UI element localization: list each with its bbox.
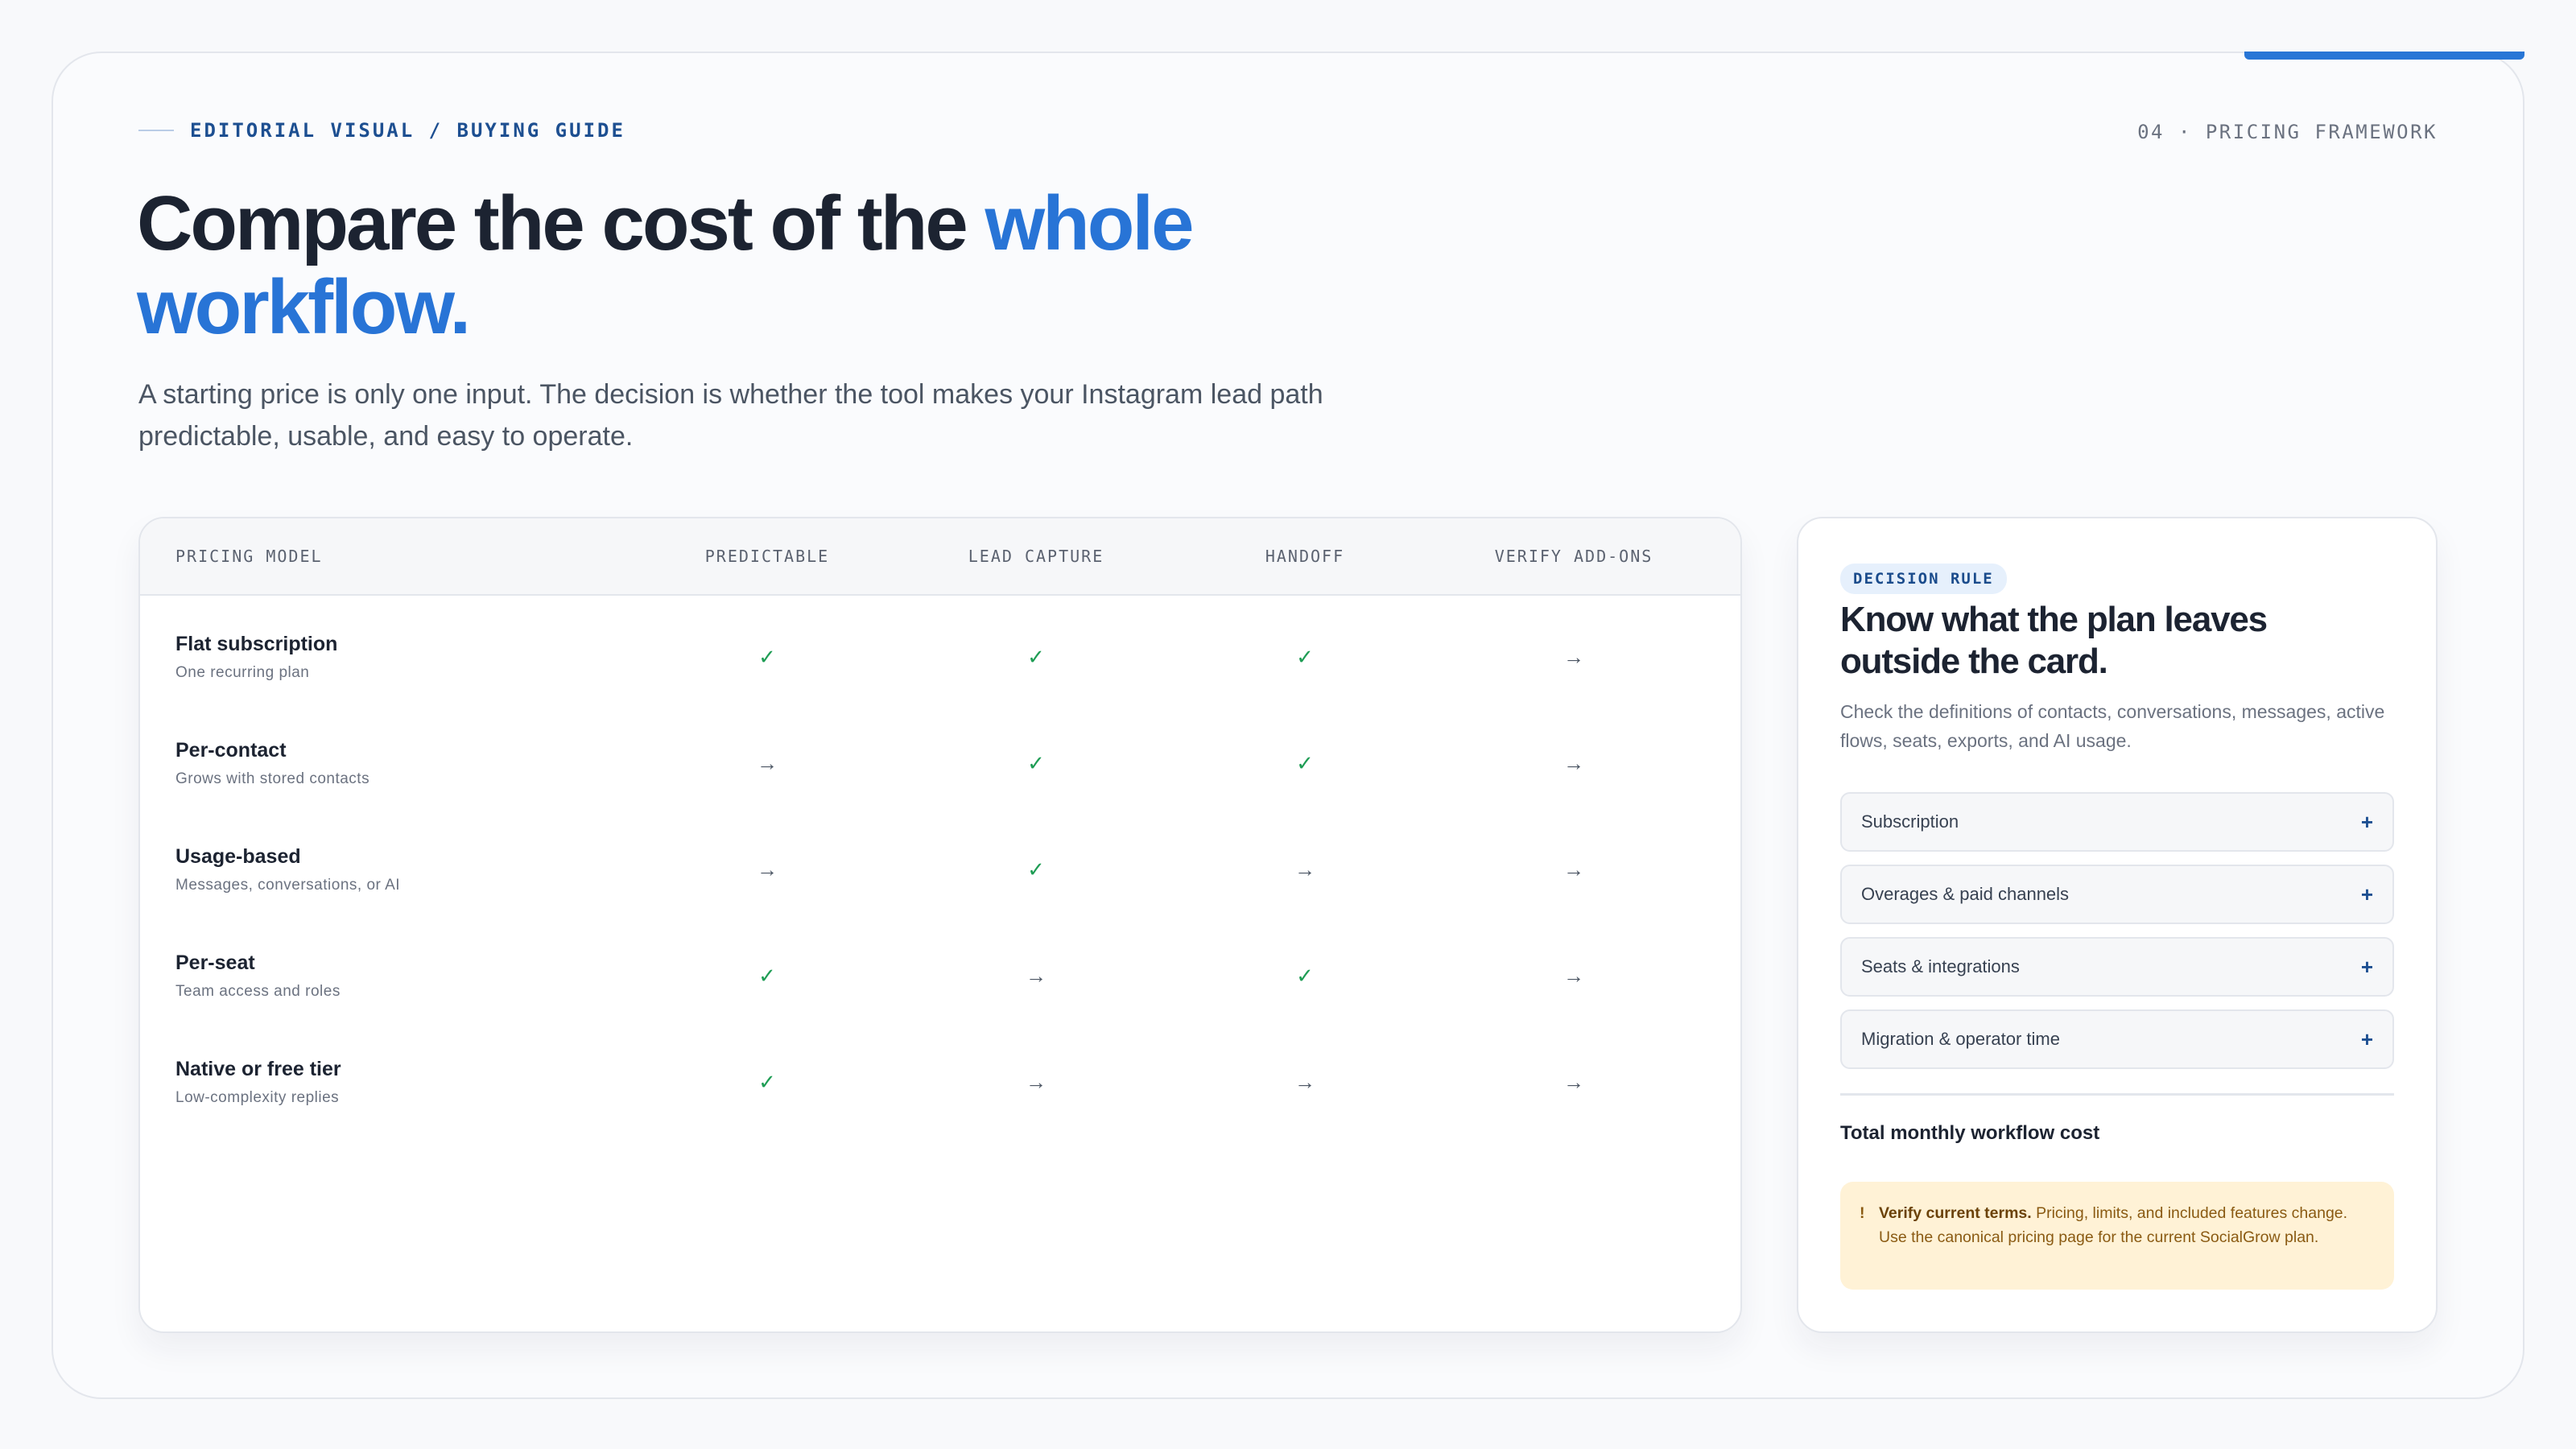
plus-icon[interactable]: + — [2361, 810, 2373, 835]
table-row: Usage-based Messages, conversations, or A… — [140, 816, 1740, 923]
cell-predictable: → — [633, 857, 902, 882]
model-name: Flat subscription — [175, 632, 338, 655]
side-description: Check the definitions of contacts, conve… — [1840, 701, 2385, 751]
accordion-seats[interactable]: Seats & integrations + — [1840, 937, 2394, 997]
model-cell: Native or free tier Low-complexity replie… — [140, 1058, 633, 1107]
table-row: Flat subscription One recurring plan ✓ ✓ ✓ → — [140, 604, 1740, 710]
arrow-icon: → — [757, 857, 778, 881]
eyebrow-label: EDITORIAL VISUAL / BUYING GUIDE — [190, 119, 625, 142]
arrow-icon: → — [757, 750, 778, 775]
col-header-handoff: HANDOFF — [1265, 547, 1345, 566]
check-icon: ✓ — [1027, 750, 1045, 775]
table-header: PRICING MODEL PREDICTABLE LEAD CAPTURE H… — [140, 518, 1740, 596]
model-name: Native or free tier — [175, 1057, 341, 1080]
cell-lead-capture: → — [902, 1070, 1170, 1095]
arrow-icon: → — [1563, 644, 1584, 669]
arrow-icon: → — [1294, 857, 1315, 881]
decision-badge: DECISION RULE — [1840, 564, 2007, 594]
cell-lead-capture: ✓ — [902, 751, 1170, 776]
check-icon: ✓ — [1296, 750, 1314, 775]
model-subtitle: Grows with stored contacts — [175, 770, 370, 787]
cell-handoff: ✓ — [1170, 645, 1439, 670]
accordion-subscription[interactable]: Subscription + — [1840, 792, 2394, 852]
plus-icon[interactable]: + — [2361, 882, 2373, 907]
side-divider — [1840, 1093, 2394, 1096]
table-row: Per-seat Team access and roles ✓ → ✓ → — [140, 923, 1740, 1029]
total-cost-label: Total monthly workflow cost — [1840, 1122, 2100, 1144]
col-header-verify-addons: VERIFY ADD-ONS — [1494, 547, 1653, 566]
col-header-model: PRICING MODEL — [175, 547, 323, 566]
decision-rule-card: DECISION RULE Know what the plan leaves … — [1797, 517, 2438, 1333]
cell-handoff: ✓ — [1170, 964, 1439, 989]
check-icon: ✓ — [758, 1069, 776, 1094]
cell-predictable: ✓ — [633, 1070, 902, 1095]
col-header-lead-capture: LEAD CAPTURE — [968, 547, 1104, 566]
cell-lead-capture: → — [902, 964, 1170, 989]
note-strong: Verify current terms. — [1879, 1204, 2032, 1222]
check-icon: ✓ — [1027, 644, 1045, 669]
cell-lead-capture: ✓ — [902, 857, 1170, 882]
page-title: Compare the cost of the whole workflow. — [137, 182, 1425, 349]
arrow-icon: → — [1563, 1069, 1584, 1094]
model-cell: Flat subscription One recurring plan — [140, 633, 633, 682]
model-name: Per-contact — [175, 738, 287, 762]
headline-text: Compare the cost of the — [137, 180, 985, 266]
arrow-icon: → — [1026, 963, 1046, 988]
model-name: Usage-based — [175, 844, 301, 868]
eyebrow-rule — [138, 130, 174, 131]
check-icon: ✓ — [1296, 644, 1314, 669]
accordion-label: Subscription — [1861, 811, 1959, 832]
accordion-label: Migration & operator time — [1861, 1029, 2060, 1049]
section-label: 04 · PRICING FRAMEWORK — [2137, 121, 2438, 143]
accordion-label: Seats & integrations — [1861, 956, 2020, 976]
arrow-icon: → — [1026, 1069, 1046, 1094]
model-name: Per-seat — [175, 951, 255, 974]
plus-icon[interactable]: + — [2361, 955, 2373, 980]
table-row: Per-contact Grows with stored contacts → ✓ ✓… — [140, 710, 1740, 816]
cell-predictable: ✓ — [633, 645, 902, 670]
cell-handoff: → — [1170, 1070, 1439, 1095]
pricing-comparison-table: PRICING MODEL PREDICTABLE LEAD CAPTURE H… — [138, 517, 1742, 1333]
arrow-icon: → — [1563, 750, 1584, 775]
arrow-icon: → — [1563, 857, 1584, 881]
model-cell: Per-contact Grows with stored contacts — [140, 739, 633, 788]
side-title: Know what the plan leaves outside the ca… — [1840, 600, 2268, 681]
model-cell: Usage-based Messages, conversations, or A… — [140, 845, 633, 894]
check-icon: ✓ — [758, 644, 776, 669]
model-subtitle: One recurring plan — [175, 663, 310, 681]
cell-verify-addons: → — [1439, 964, 1708, 989]
lede-paragraph: A starting price is only one input. The … — [138, 379, 1323, 452]
cell-lead-capture: ✓ — [902, 645, 1170, 670]
cell-predictable: → — [633, 751, 902, 776]
accordion-overages[interactable]: Overages & paid channels + — [1840, 865, 2394, 924]
model-subtitle: Messages, conversations, or AI — [175, 876, 401, 894]
plus-icon[interactable]: + — [2361, 1027, 2373, 1052]
table-row: Native or free tier Low-complexity replie… — [140, 1029, 1740, 1135]
arrow-icon: → — [1294, 1069, 1315, 1094]
col-header-predictable: PREDICTABLE — [704, 547, 830, 566]
cell-handoff: → — [1170, 857, 1439, 882]
cell-verify-addons: → — [1439, 751, 1708, 776]
model-subtitle: Team access and roles — [175, 982, 341, 1000]
top-accent-bar — [2244, 52, 2524, 60]
eyebrow: EDITORIAL VISUAL / BUYING GUIDE — [138, 119, 625, 142]
cell-verify-addons: → — [1439, 1070, 1708, 1095]
warning-icon: ! — [1860, 1204, 1865, 1222]
model-subtitle: Low-complexity replies — [175, 1088, 340, 1106]
cell-verify-addons: → — [1439, 857, 1708, 882]
check-icon: ✓ — [1296, 963, 1314, 988]
cell-verify-addons: → — [1439, 645, 1708, 670]
check-icon: ✓ — [758, 963, 776, 988]
cell-predictable: ✓ — [633, 964, 902, 989]
table-body: Flat subscription One recurring plan ✓ ✓ ✓ → P… — [140, 604, 1740, 1135]
accordion-migration[interactable]: Migration & operator time + — [1840, 1009, 2394, 1069]
model-cell: Per-seat Team access and roles — [140, 952, 633, 1001]
accordion-label: Overages & paid channels — [1861, 884, 2070, 904]
arrow-icon: → — [1563, 963, 1584, 988]
cell-handoff: ✓ — [1170, 751, 1439, 776]
verify-terms-note: ! Verify current terms. Pricing, limits,… — [1840, 1182, 2394, 1290]
check-icon: ✓ — [1027, 857, 1045, 881]
